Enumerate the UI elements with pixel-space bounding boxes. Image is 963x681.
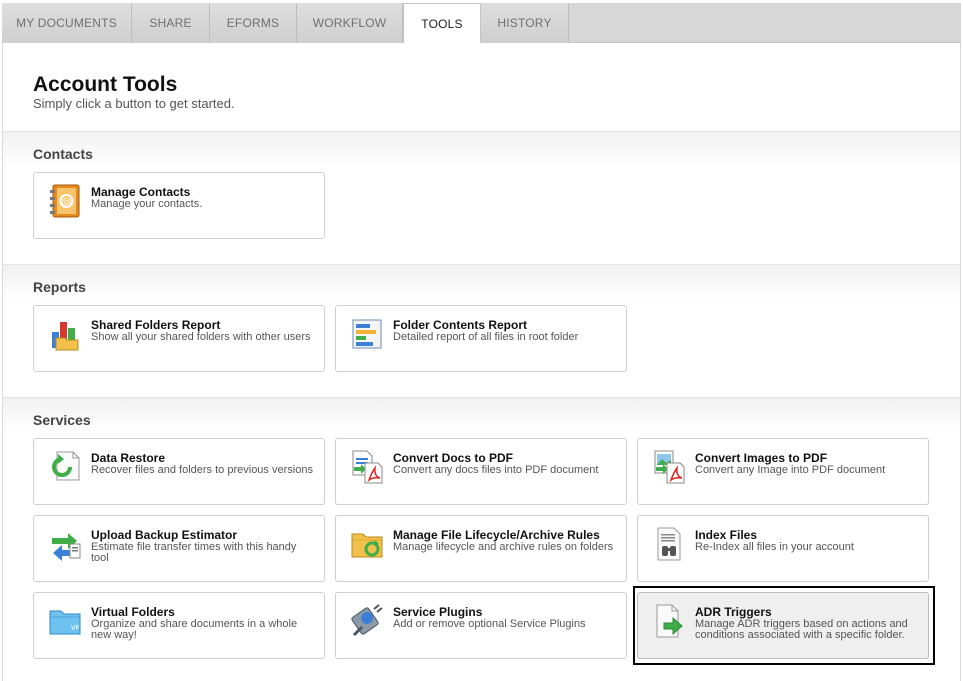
service-plugins-desc: Add or remove optional Service Plugins [393,618,586,630]
convert-images-to-pdf-desc: Convert any Image into PDF document [695,464,886,476]
convert-docs-to-pdf-desc: Convert any docs files into PDF document [393,464,599,476]
manage-contacts-title: Manage Contacts [91,185,191,199]
svg-text:VF: VF [71,624,80,632]
upload-backup-estimator-button[interactable]: Upload Backup Estimator Estimate file tr… [33,515,325,582]
services-section-band [3,397,960,433]
folder-contents-report-title: Folder Contents Report [393,318,527,332]
bar-chart-folder-icon [52,322,79,351]
doc-to-pdf-icon [352,450,383,484]
virtual-folders-title: Virtual Folders [91,605,175,619]
tab-share[interactable]: SHARE [132,3,210,43]
tab-tools[interactable]: TOOLS [403,3,481,44]
tab-eforms[interactable]: EFORMS [210,3,297,43]
virtual-folder-icon: VF [49,610,81,635]
convert-docs-to-pdf-title: Convert Docs to PDF [393,451,514,465]
shared-folders-report-desc: Show all your shared folders with other … [91,331,311,343]
data-restore-button[interactable]: Data Restore Recover files and folders t… [33,438,325,505]
image-to-pdf-icon [654,450,685,484]
convert-images-to-pdf-title: Convert Images to PDF [695,451,828,465]
index-files-button[interactable]: Index Files Re-Index all files in your a… [637,515,929,582]
tab-my-documents[interactable]: MY DOCUMENTS [2,3,132,43]
shared-folders-report-title: Shared Folders Report [91,318,221,332]
virtual-folders-button[interactable]: VF Virtual Folders Organize and share do… [33,592,325,659]
tools-panel: Account Tools Simply click a button to g… [2,43,961,681]
address-book-icon: @ [50,184,80,218]
adr-triggers-desc: Manage ADR triggers based on actions and… [695,618,908,641]
manage-file-lifecycle-button[interactable]: Manage File Lifecycle/Archive Rules Mana… [335,515,627,582]
services-section-title: Services [33,412,91,428]
tab-workflow[interactable]: WORKFLOW [297,3,403,43]
data-restore-title: Data Restore [91,451,166,465]
transfer-arrows-icon [52,533,81,561]
manage-contacts-button[interactable]: @ Manage Contacts Manage your contacts. [33,172,325,239]
reports-section-band [3,264,960,300]
adr-triggers-button[interactable]: ADR Triggers Manage ADR triggers based o… [637,592,929,659]
manage-file-lifecycle-title: Manage File Lifecycle/Archive Rules [393,528,600,542]
virtual-folders-desc: Organize and share documents in a whole … [91,618,298,641]
folder-contents-report-button[interactable]: Folder Contents Report Detailed report o… [335,305,627,372]
svg-text:@: @ [62,197,72,208]
upload-backup-estimator-desc: Estimate file transfer times with this h… [91,541,297,564]
contacts-section-title: Contacts [33,146,93,162]
convert-docs-to-pdf-button[interactable]: Convert Docs to PDF Convert any docs fil… [335,438,627,505]
plugin-icon [351,604,383,637]
page-title: Account Tools [33,73,178,96]
index-files-title: Index Files [695,528,758,542]
upload-backup-estimator-title: Upload Backup Estimator [91,528,238,542]
adr-triggers-title: ADR Triggers [695,605,772,619]
data-restore-desc: Recover files and folders to previous ve… [91,464,313,476]
contacts-section-band [3,131,960,167]
folder-contents-report-desc: Detailed report of all files in root fol… [393,331,579,343]
tab-history[interactable]: HISTORY [481,3,569,43]
adr-trigger-icon [656,604,683,638]
restore-icon [52,451,80,481]
index-files-icon [657,527,681,561]
manage-file-lifecycle-desc: Manage lifecycle and archive rules on fo… [393,541,614,553]
shared-folders-report-button[interactable]: Shared Folders Report Show all your shar… [33,305,325,372]
folder-cycle-icon [351,533,383,558]
report-list-icon [352,319,382,349]
manage-contacts-desc: Manage your contacts. [91,198,203,210]
service-plugins-button[interactable]: Service Plugins Add or remove optional S… [335,592,627,659]
reports-section-title: Reports [33,279,86,295]
service-plugins-title: Service Plugins [393,605,483,619]
index-files-desc: Re-Index all files in your account [695,541,854,553]
top-tab-bar: MY DOCUMENTS SHARE EFORMS WORKFLOW TOOLS… [0,0,963,44]
page-subtitle: Simply click a button to get started. [33,96,235,111]
convert-images-to-pdf-button[interactable]: Convert Images to PDF Convert any Image … [637,438,929,505]
